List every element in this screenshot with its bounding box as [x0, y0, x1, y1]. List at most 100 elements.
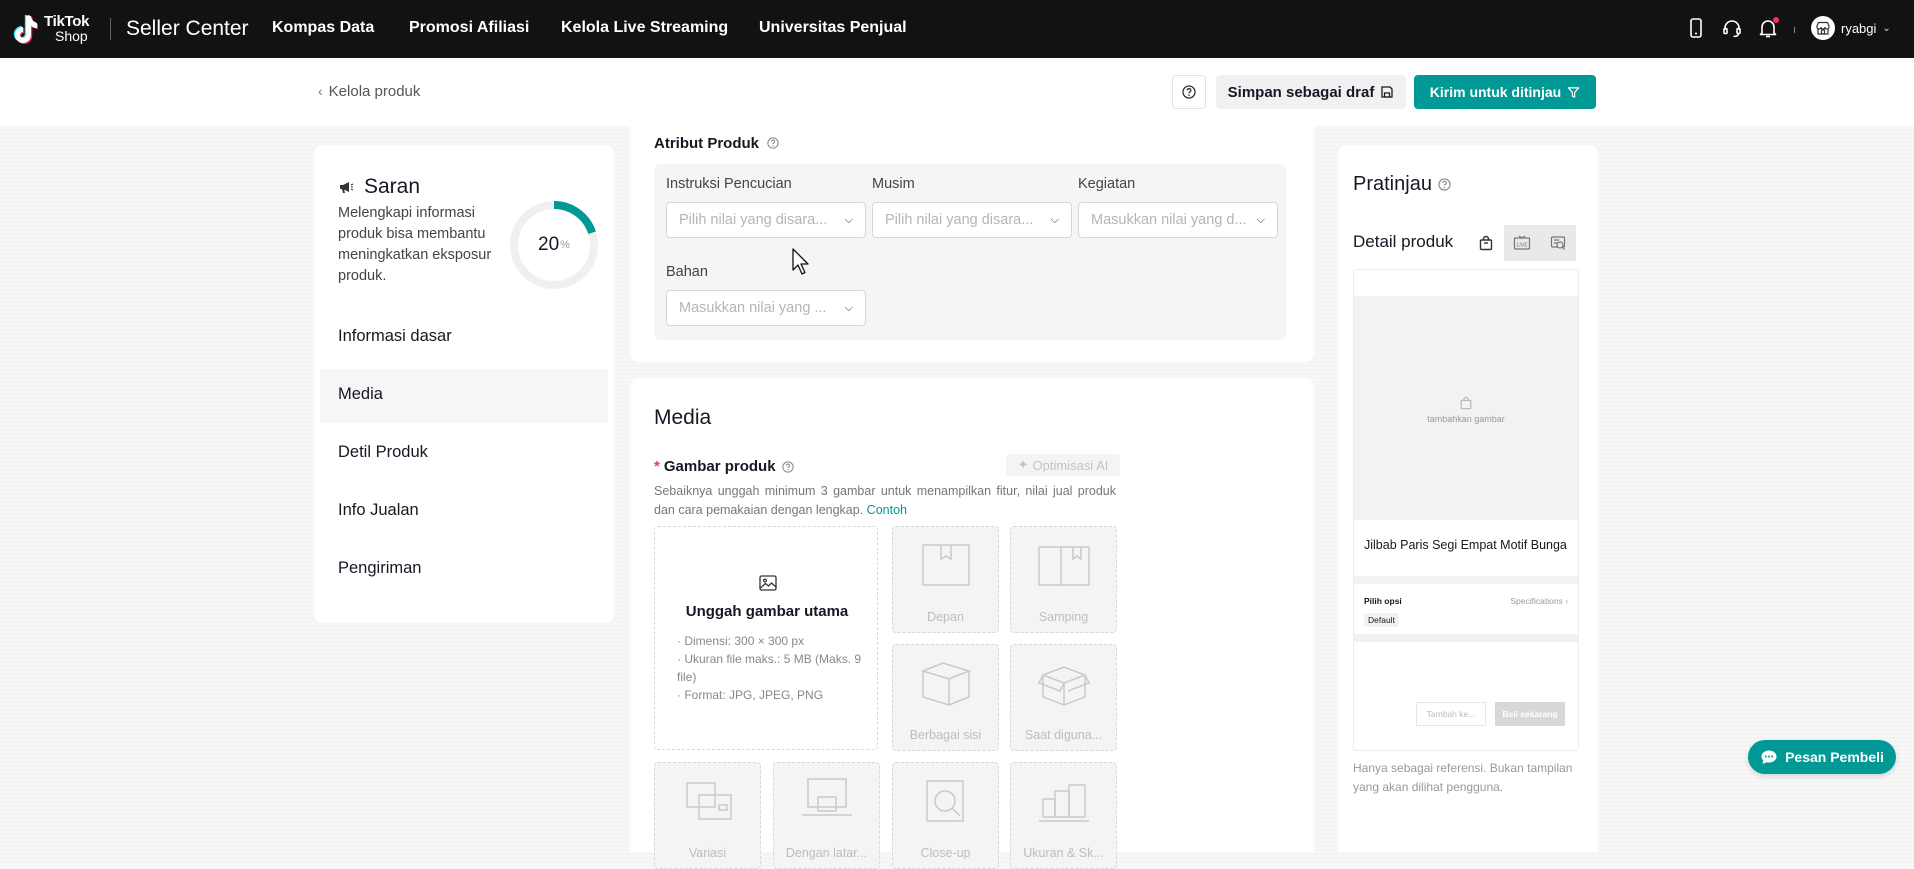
label-kegiatan: Kegiatan: [1078, 176, 1136, 192]
help-button[interactable]: [1172, 75, 1206, 109]
sidebar-item-pengiriman[interactable]: Pengiriman: [338, 559, 421, 578]
sidebar-item-detil-produk[interactable]: Detil Produk: [338, 443, 428, 462]
live-tab-icon[interactable]: LIVE: [1504, 225, 1540, 261]
attributes-box: Instruksi Pencucian Pilih nilai yang dis…: [654, 164, 1286, 340]
seller-center-title[interactable]: Seller Center: [126, 16, 249, 42]
slot-label: Dengan latar...: [785, 846, 868, 860]
user-name: ryabgi: [1841, 20, 1877, 36]
label-instruksi-pencucian: Instruksi Pencucian: [666, 176, 792, 192]
shopping-bag-icon: [1460, 396, 1472, 410]
bell-notification-icon[interactable]: [1756, 16, 1780, 40]
preview-image-area[interactable]: tambahkan gambar: [1354, 296, 1578, 520]
label-bahan: Bahan: [666, 264, 708, 280]
save-draft-label: Simpan sebagai draf: [1227, 83, 1375, 101]
notification-dot: [1773, 17, 1779, 23]
image-slot-variasi[interactable]: Variasi: [654, 762, 761, 869]
sidebar-item-informasi-dasar[interactable]: Informasi dasar: [338, 327, 452, 346]
header-separator: [1794, 27, 1795, 33]
wallet-variation-icon: [686, 782, 732, 820]
megaphone-icon: [340, 182, 354, 193]
preview-product-name: Jilbab Paris Segi Empat Motif Bunga: [1364, 538, 1567, 552]
progress-unit: %: [560, 239, 570, 251]
chevron-down-icon: ⌵: [1256, 213, 1265, 226]
image-slot-saat-digunakan[interactable]: Saat diguna...: [1010, 644, 1117, 751]
saran-header: Saran: [338, 175, 420, 199]
select-instruksi-pencucian[interactable]: Pilih nilai yang disara... ⌵: [666, 202, 866, 238]
slot-label: Depan: [927, 610, 964, 624]
preview-add-cart-button: Tambah ke...: [1416, 702, 1486, 726]
upload-main-image-area[interactable]: Unggah gambar utama · Dimensi: 300 × 300…: [654, 526, 878, 750]
preview-separator: [1354, 634, 1578, 642]
image-slot-berbagai-sisi[interactable]: Berbagai sisi: [892, 644, 999, 751]
image-slot-dengan-latar[interactable]: Dengan latar...: [773, 762, 880, 869]
box-multi-side-icon: [920, 662, 972, 707]
chevron-down-icon: ⌵: [1050, 213, 1059, 226]
question-circle-icon[interactable]: [1438, 178, 1451, 191]
question-circle-icon[interactable]: [781, 460, 794, 473]
label-musim: Musim: [872, 176, 915, 192]
select-bahan[interactable]: Masukkan nilai yang ... ⌵: [666, 290, 866, 326]
laptop-background-icon: [802, 778, 852, 816]
preview-separator: [1354, 576, 1578, 584]
select-kegiatan[interactable]: Masukkan nilai yang d... ⌵: [1078, 202, 1278, 238]
image-placeholder-text: tambahkan gambar: [1427, 414, 1505, 424]
preview-note: Hanya sebagai referensi. Bukan tampilan …: [1353, 761, 1573, 794]
preview-subtitle: Detail produk: [1353, 232, 1454, 251]
spec-file-size: · Ukuran file maks.: 5 MB (Maks. 9 file): [677, 652, 862, 684]
saran-title: Saran: [364, 175, 421, 198]
chevron-left-icon: ‹: [318, 83, 323, 99]
upload-spec-list: · Dimensi: 300 × 300 px · Ukuran file ma…: [677, 632, 867, 704]
image-slot-samping[interactable]: Samping: [1010, 526, 1117, 633]
headset-support-icon[interactable]: [1720, 16, 1744, 40]
placeholder-instruksi-pencucian: Pilih nilai yang disara...: [679, 212, 828, 228]
nav-promosi-afiliasi[interactable]: Promosi Afiliasi: [409, 18, 529, 38]
progress-number: 20: [538, 234, 560, 255]
mobile-phone-icon[interactable]: [1684, 16, 1708, 40]
example-link[interactable]: Contoh: [867, 503, 907, 517]
preview-buy-now-button: Beli sekarang: [1495, 702, 1565, 726]
ai-optimize-button[interactable]: ✦ Optimisasi AI: [1006, 454, 1120, 476]
nav-universitas-penjual[interactable]: Universitas Penjual: [759, 18, 907, 38]
chat-bubble-icon: [1761, 750, 1777, 764]
slot-label: Saat diguna...: [1024, 728, 1103, 742]
back-link-label: Kelola produk: [328, 83, 421, 100]
suggestion-card: Saran Melengkapi informasi produk bisa m…: [314, 145, 614, 623]
nav-kelola-live-streaming[interactable]: Kelola Live Streaming: [561, 18, 728, 38]
shopping-bag-tab-icon[interactable]: [1468, 225, 1504, 261]
magnifier-closeup-icon: [926, 780, 964, 822]
funnel-icon: [1568, 86, 1580, 98]
preview-select-option: Pilih opsi: [1364, 596, 1402, 606]
attributes-title-text: Atribut Produk: [654, 135, 759, 152]
preview-title-text: Pratinjau: [1353, 173, 1432, 195]
image-slot-depan[interactable]: Depan: [892, 526, 999, 633]
product-attributes-card: Atribut Produk Instruksi Pencucian Pilih…: [630, 126, 1314, 362]
select-musim[interactable]: Pilih nilai yang disara... ⌵: [872, 202, 1072, 238]
page-action-bar: ‹ Kelola produk Simpan sebagai draf Kirim…: [0, 58, 1914, 126]
image-slot-ukuran[interactable]: Ukuran & Sk...: [1010, 762, 1117, 869]
tiktok-shop-logo[interactable]: TikTok Shop: [12, 13, 89, 45]
size-scale-icon: [1039, 784, 1089, 822]
submit-for-review-button[interactable]: Kirim untuk ditinjau: [1414, 75, 1596, 109]
search-result-tab-icon[interactable]: [1540, 225, 1576, 261]
tiktok-note-icon: [13, 15, 38, 44]
top-navigation-bar: TikTok Shop Seller Center Kompas Data Pr…: [0, 0, 1914, 58]
preview-title: Pratinjau: [1353, 173, 1451, 196]
box-front-icon: [922, 544, 970, 586]
sidebar-item-info-jualan[interactable]: Info Jualan: [338, 501, 419, 520]
sidebar-item-media[interactable]: Media: [338, 385, 383, 404]
svg-text:LIVE: LIVE: [1517, 243, 1528, 249]
nav-kompas-data[interactable]: Kompas Data: [272, 18, 374, 38]
box-open-icon: [1037, 666, 1091, 706]
question-circle-icon: [1182, 85, 1196, 99]
user-menu[interactable]: ryabgi ⌄: [1811, 16, 1891, 40]
buyer-message-button[interactable]: Pesan Pembeli: [1748, 740, 1896, 774]
slot-label: Berbagai sisi: [909, 728, 982, 742]
placeholder-kegiatan: Masukkan nilai yang d...: [1091, 212, 1247, 228]
question-circle-icon[interactable]: [767, 137, 779, 149]
image-slot-close-up[interactable]: Close-up: [892, 762, 999, 869]
logo-text-shop: Shop: [55, 28, 88, 44]
back-link[interactable]: ‹ Kelola produk: [318, 83, 420, 100]
store-avatar-icon: [1811, 16, 1835, 40]
save-draft-button[interactable]: Simpan sebagai draf: [1216, 75, 1406, 109]
slot-label: Ukuran & Sk...: [1023, 846, 1104, 860]
